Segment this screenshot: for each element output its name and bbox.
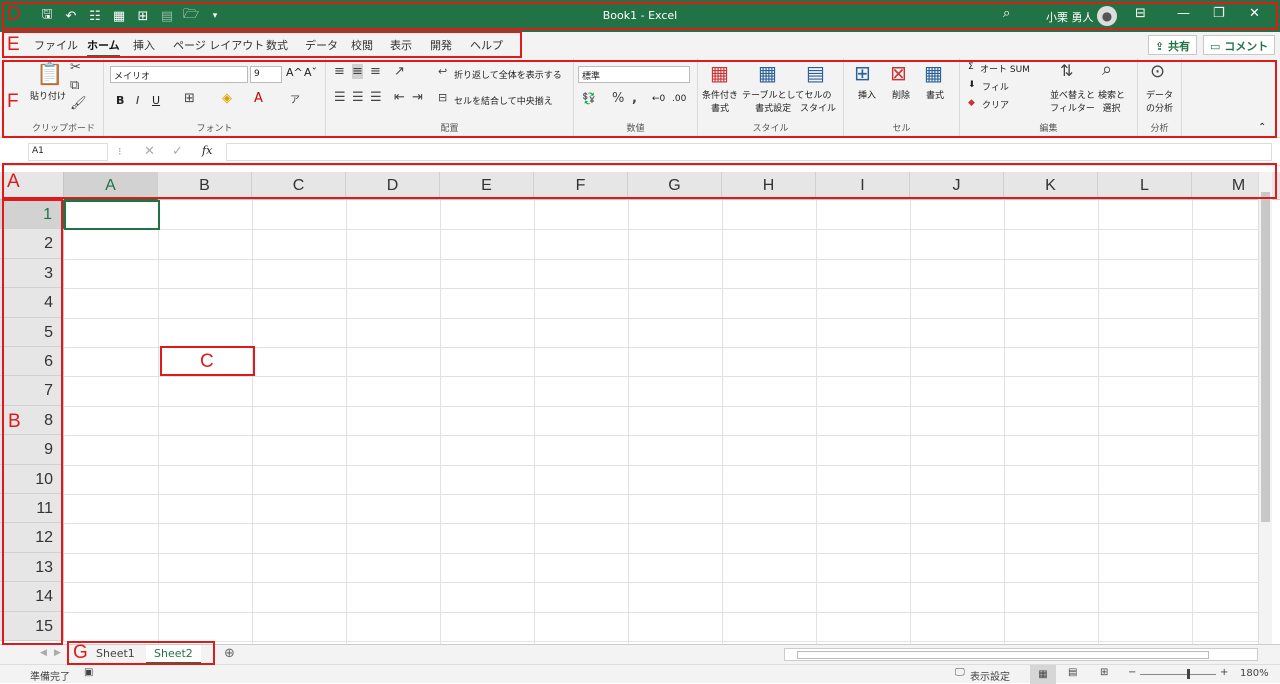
annotation-box-f xyxy=(2,60,1277,138)
annotation-box-d xyxy=(2,2,1278,30)
annotation-label-c: C xyxy=(200,351,214,372)
page-layout-view-icon[interactable]: ▤ xyxy=(1068,667,1077,678)
gridline xyxy=(722,200,723,644)
annotation-box-a xyxy=(2,163,1277,199)
vertical-scrollbar[interactable] xyxy=(1258,172,1272,644)
gridline xyxy=(64,641,1258,642)
annotation-label-g: G xyxy=(73,642,88,663)
horizontal-scrollbar[interactable] xyxy=(784,648,1258,661)
macro-record-icon[interactable]: ▣ xyxy=(84,667,93,678)
gridline xyxy=(628,200,629,644)
gridline xyxy=(346,200,347,644)
status-bar: 準備完了 ▣ 🖵 表示設定 ▦ ▤ ⊞ − + 180% xyxy=(0,664,1280,684)
page-break-view-icon[interactable]: ⊞ xyxy=(1100,667,1108,678)
formula-bar-menu-icon[interactable]: ⁝ xyxy=(118,145,122,158)
gridline xyxy=(64,464,1258,466)
share-button[interactable]: ⇪ 共有 xyxy=(1148,35,1198,55)
gridline xyxy=(534,200,535,644)
vertical-scroll-thumb[interactable] xyxy=(1261,192,1270,522)
gridline xyxy=(440,200,441,644)
annotation-label-f: F xyxy=(7,91,19,112)
selected-cell[interactable] xyxy=(64,200,160,230)
gridline xyxy=(910,200,911,644)
worksheet-grid[interactable]: ABCDEFGHIJKLM 1 2 3 4 5 6 7 8 9 10 11 12 13 14 15 xyxy=(0,166,1280,644)
formula-bar: A1 ⁝ ✕ ✓ fx xyxy=(0,138,1280,166)
annotation-label-b: B xyxy=(8,411,21,432)
display-settings-button[interactable]: 表示設定 xyxy=(970,668,1010,683)
gridline xyxy=(252,200,253,644)
share-label: 共有 xyxy=(1168,40,1191,53)
zoom-out-icon[interactable]: − xyxy=(1128,667,1136,678)
zoom-slider-thumb[interactable] xyxy=(1187,669,1190,679)
insert-function-icon[interactable]: fx xyxy=(202,144,212,157)
cancel-icon[interactable]: ✕ xyxy=(144,144,155,159)
gridline xyxy=(1192,200,1193,644)
gridline xyxy=(816,200,817,644)
display-settings-icon[interactable]: 🖵 xyxy=(955,667,965,678)
ready-status: 準備完了 xyxy=(30,672,70,683)
add-sheet-icon[interactable]: ⊕ xyxy=(224,646,235,661)
comment-button[interactable]: ▭ コメント xyxy=(1203,35,1276,55)
zoom-slider[interactable] xyxy=(1140,674,1216,675)
annotation-label-d: D xyxy=(7,4,21,25)
gridline xyxy=(158,200,159,644)
gridline xyxy=(64,435,1258,437)
normal-view-icon[interactable]: ▦ xyxy=(1030,665,1056,684)
gridline xyxy=(64,405,1258,407)
annotation-label-a: A xyxy=(7,171,20,192)
gridline xyxy=(64,317,1258,319)
name-box[interactable]: A1 xyxy=(28,143,108,161)
comment-label: コメント xyxy=(1224,40,1269,53)
zoom-level[interactable]: 180% xyxy=(1240,668,1269,679)
gridline xyxy=(1004,200,1005,644)
scroll-right-icon[interactable]: ▶ xyxy=(54,648,61,658)
enter-icon[interactable]: ✓ xyxy=(172,144,183,159)
scroll-left-icon[interactable]: ◀ xyxy=(40,648,47,658)
horizontal-scroll-thumb[interactable] xyxy=(797,651,1209,659)
gridline xyxy=(64,552,1258,554)
gridline xyxy=(64,376,1258,378)
annotation-label-e: E xyxy=(7,34,20,55)
gridline xyxy=(64,229,1258,231)
annotation-box-g xyxy=(67,641,215,665)
gridline xyxy=(64,288,1258,290)
gridline xyxy=(64,523,1258,525)
gridline xyxy=(64,494,1258,495)
gridline xyxy=(64,582,1258,584)
annotation-box-e xyxy=(2,31,522,58)
gridline xyxy=(1098,200,1099,644)
gridline xyxy=(64,611,1258,613)
zoom-in-icon[interactable]: + xyxy=(1220,667,1228,678)
gridline xyxy=(64,258,1258,260)
formula-input[interactable] xyxy=(226,143,1272,161)
